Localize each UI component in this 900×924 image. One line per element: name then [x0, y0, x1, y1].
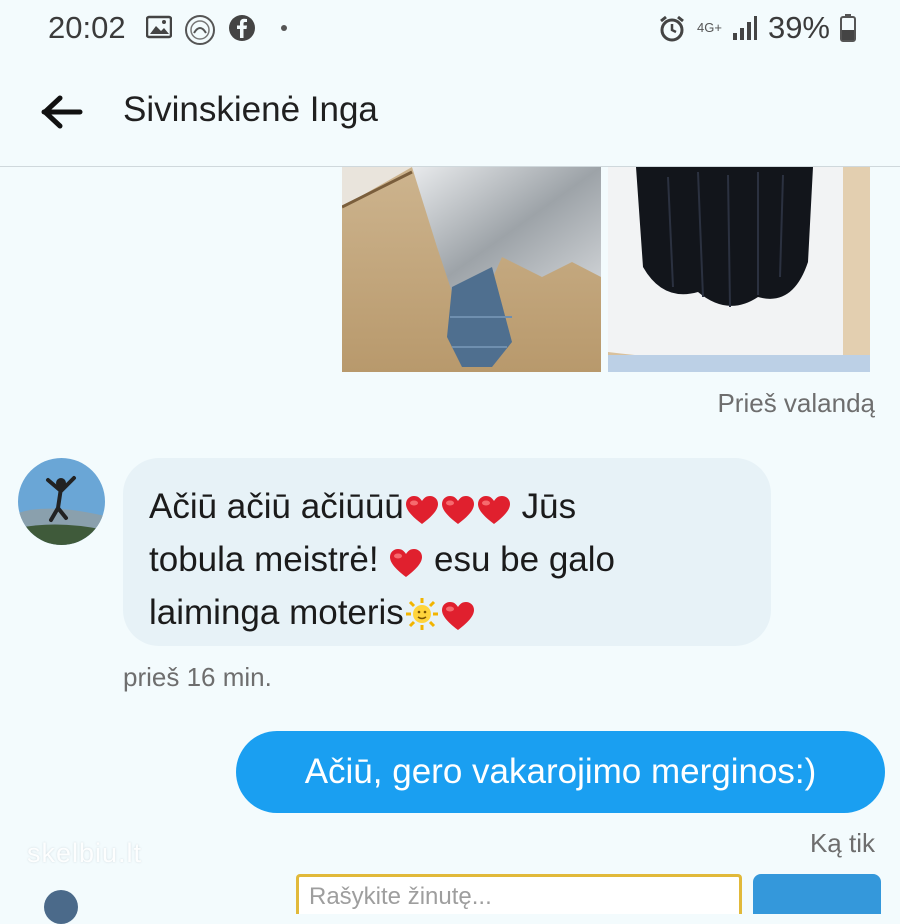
status-bar: 20:02 4G+ 39% [0, 0, 900, 58]
signal-icon [732, 16, 757, 40]
gallery-icon [146, 15, 172, 39]
message-timestamp: Prieš valandą [717, 388, 875, 418]
contact-name[interactable]: Sivinskienė Inga [123, 90, 378, 130]
send-button[interactable] [753, 874, 881, 914]
status-right-group: 4G+ 39% [657, 10, 856, 46]
heart-emoji-icon [390, 549, 423, 577]
incoming-message-bubble[interactable]: Ačiū ačiū ačiūūū Jūs tobula meistrė! esu… [123, 458, 771, 646]
heart-emoji-icon [441, 496, 474, 524]
dot-icon [281, 25, 287, 31]
back-arrow-icon[interactable] [40, 90, 84, 134]
alarm-icon [660, 15, 684, 42]
message-input[interactable]: Rašykite žinutę... [296, 874, 742, 914]
facebook-icon [229, 15, 255, 41]
outgoing-message-bubble[interactable]: Ačiū, gero vakarojimo merginos:) [236, 731, 885, 813]
compose-avatar [44, 890, 78, 924]
message-line: Ačiū ačiū ačiūūū Jūs [149, 487, 577, 526]
status-time: 20:02 [48, 10, 126, 45]
sun-emoji-icon [405, 598, 438, 630]
battery-percent: 39% [767, 10, 830, 45]
heart-emoji-icon [441, 602, 474, 630]
message-timestamp: prieš 16 min. [123, 662, 272, 692]
app-icon [185, 15, 215, 45]
conversation-header: Sivinskienė Inga [0, 62, 900, 167]
watermark: skelbiu.lt [27, 838, 143, 868]
message-line: laiminga moteris [149, 586, 745, 639]
photo-silver-cape-back[interactable] [342, 167, 601, 372]
message-timestamp: Ką tik [809, 828, 875, 858]
avatar[interactable] [18, 458, 105, 545]
battery-icon [840, 14, 856, 42]
heart-emoji-icon [405, 496, 438, 524]
photo-long-dark-hair[interactable] [608, 167, 870, 372]
network-type: 4G+ [697, 20, 722, 35]
message-line: tobula meistrė! esu be galo [149, 540, 616, 579]
heart-emoji-icon [477, 496, 510, 524]
